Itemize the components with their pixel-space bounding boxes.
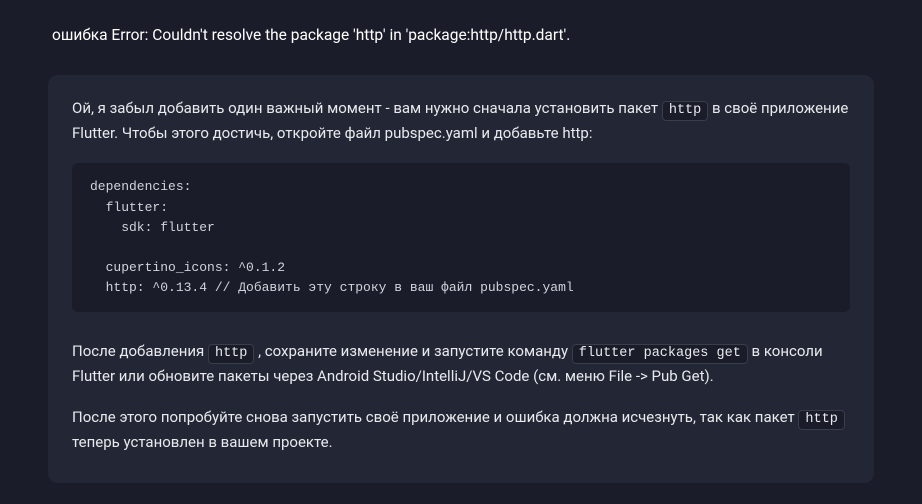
text-fragment: , сохраните изменение и запустите команд…: [258, 342, 572, 360]
pubspec-code-block[interactable]: dependencies: flutter: sdk: flutter cupe…: [72, 163, 850, 312]
inline-code-http: http: [662, 101, 708, 121]
inline-code-http: http: [208, 344, 254, 364]
text-fragment: После этого попробуйте снова запустить с…: [72, 408, 798, 426]
response-final-paragraph: После этого попробуйте снова запустить с…: [72, 406, 850, 454]
assistant-response-card: Ой, я забыл добавить один важный момент …: [48, 75, 874, 482]
response-mid-paragraph: После добавления http , сохраните измене…: [72, 340, 850, 388]
text-fragment: Ой, я забыл добавить один важный момент …: [72, 99, 662, 117]
user-error-message: ошибка Error: Couldn't resolve the packa…: [48, 24, 874, 47]
inline-code-http: http: [798, 410, 844, 430]
response-intro-paragraph: Ой, я забыл добавить один важный момент …: [72, 97, 850, 145]
inline-code-flutter-packages-get: flutter packages get: [572, 344, 748, 364]
text-fragment: теперь установлен в вашем проекте.: [72, 433, 333, 451]
text-fragment: После добавления: [72, 342, 208, 360]
